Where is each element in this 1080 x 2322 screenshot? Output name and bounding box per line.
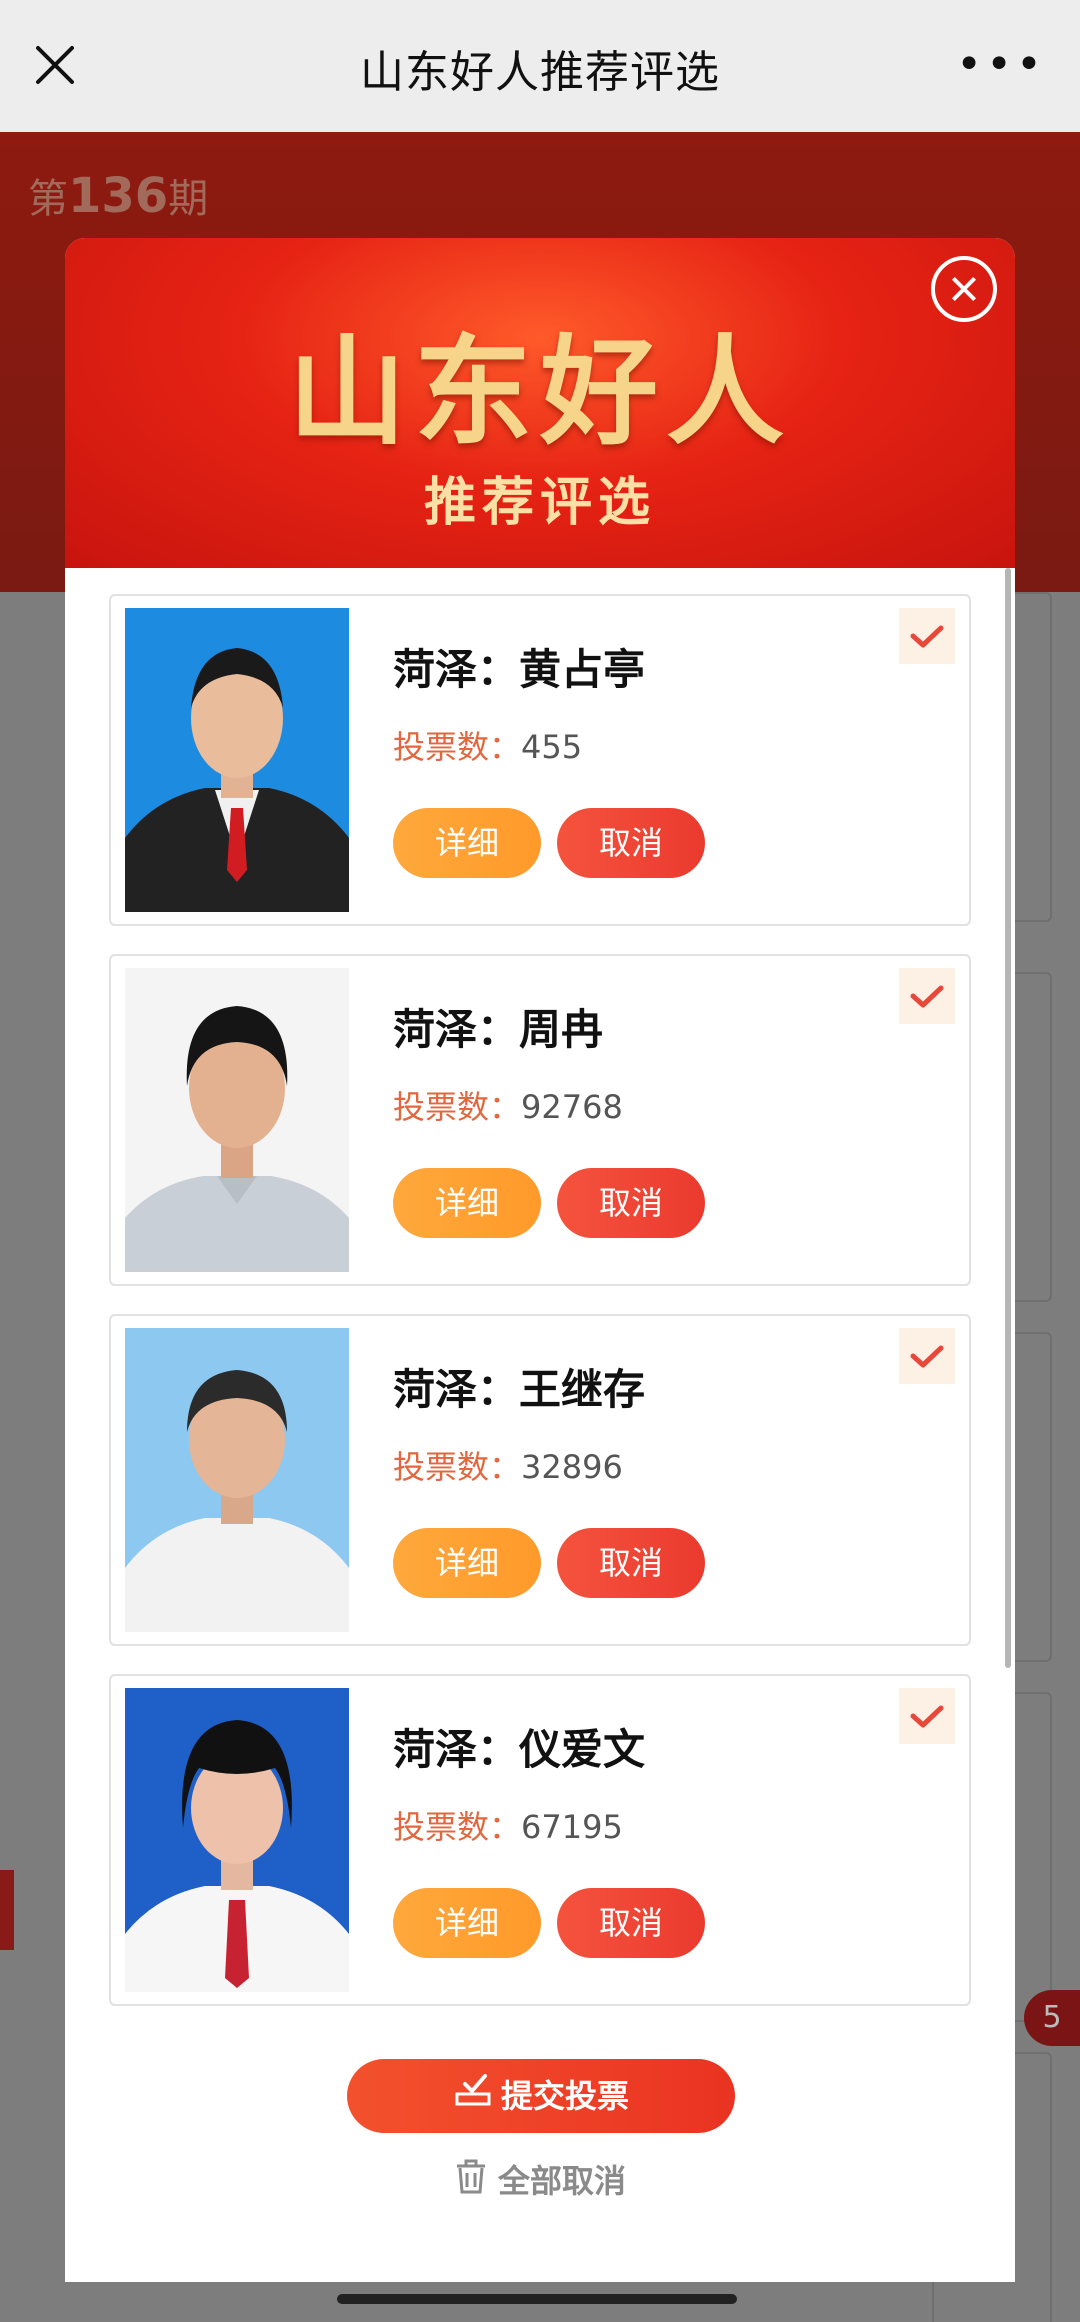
trash-icon [454, 2158, 488, 2202]
checkmark-icon[interactable] [899, 608, 955, 664]
more-options-icon[interactable]: ••• [956, 43, 1046, 87]
home-indicator[interactable] [337, 2294, 737, 2304]
detail-button[interactable]: 详细 [393, 1528, 541, 1598]
cancel-all-label: 全部取消 [497, 2162, 626, 2200]
candidate-card: 菏泽：仪爱文 投票数：67195 详细 取消 [109, 1674, 971, 2006]
candidate-photo [125, 1688, 349, 1992]
checkmark-icon[interactable] [899, 1328, 955, 1384]
detail-button[interactable]: 详细 [393, 1168, 541, 1238]
candidate-name: 菏泽：黄占亭 [393, 645, 646, 694]
page-title: 山东好人推荐评选 [360, 47, 720, 98]
detail-button[interactable]: 详细 [393, 808, 541, 878]
vote-icon [453, 2058, 493, 2132]
cancel-button[interactable]: 取消 [557, 808, 705, 878]
background-side-tab [0, 1870, 14, 1950]
candidate-photo [125, 968, 349, 1272]
modal-header: 山东好人 推荐评选 [65, 238, 1015, 568]
vote-count: 投票数：67195 [393, 1808, 623, 1846]
vote-selection-modal: 山东好人 推荐评选 菏泽：黄占亭 投票数：455 详细 取消 菏泽：周冉 投票数… [65, 238, 1015, 2282]
logo-subtitle: 推荐评选 [423, 473, 656, 533]
candidate-name: 菏泽：王继存 [393, 1365, 646, 1414]
candidate-card: 菏泽：黄占亭 投票数：455 详细 取消 [109, 594, 971, 926]
period-label: 第136期 [28, 168, 209, 224]
cancel-button[interactable]: 取消 [557, 1168, 705, 1238]
candidate-card: 菏泽：王继存 投票数：32896 详细 取消 [109, 1314, 971, 1646]
top-nav-bar: 山东好人推荐评选 ••• [0, 0, 1080, 132]
checkmark-icon[interactable] [899, 1688, 955, 1744]
candidate-name: 菏泽：仪爱文 [393, 1725, 646, 1774]
background-count-badge: 5 [1024, 1990, 1080, 2046]
candidate-card: 菏泽：周冉 投票数：92768 详细 取消 [109, 954, 971, 1286]
checkmark-icon[interactable] [899, 968, 955, 1024]
vote-count: 投票数：455 [393, 728, 583, 766]
cancel-button[interactable]: 取消 [557, 1528, 705, 1598]
submit-vote-label: 提交投票 [500, 2077, 629, 2115]
candidate-name: 菏泽：周冉 [393, 1005, 604, 1054]
candidate-photo [125, 608, 349, 912]
candidate-list[interactable]: 菏泽：黄占亭 投票数：455 详细 取消 菏泽：周冉 投票数：92768 详细 … [65, 568, 1015, 2240]
submit-vote-button[interactable]: 提交投票 [347, 2059, 735, 2133]
modal-footer: 提交投票 全部取消 [65, 2006, 1015, 2282]
cancel-all-button[interactable]: 全部取消 [65, 2156, 1015, 2202]
candidate-photo [125, 1328, 349, 1632]
modal-close-icon[interactable] [931, 256, 997, 322]
vote-count: 投票数：32896 [393, 1448, 623, 1486]
cancel-button[interactable]: 取消 [557, 1888, 705, 1958]
logo-title: 山东好人 [287, 322, 792, 461]
detail-button[interactable]: 详细 [393, 1888, 541, 1958]
list-scrollbar[interactable] [1005, 568, 1011, 1668]
vote-count: 投票数：92768 [393, 1088, 623, 1126]
